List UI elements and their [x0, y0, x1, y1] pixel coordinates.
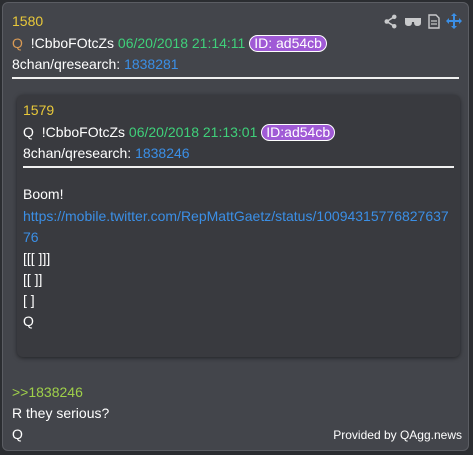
header-divider [12, 77, 459, 79]
glasses-icon[interactable] [404, 14, 422, 28]
provided-by-label: Provided by QAgg.news [333, 428, 462, 442]
tripcode: !CbboFOtcZs [30, 35, 115, 51]
quoted-post-header: Q !CbboFOtcZs 06/20/2018 21:13:01 ID:ad5… [23, 123, 336, 141]
post-body-line: R they serious? [12, 405, 110, 421]
post-toolbar [383, 13, 462, 29]
document-icon[interactable] [428, 13, 440, 29]
quoted-twitter-link-continued[interactable]: 76 [23, 228, 39, 246]
quoted-body-line: Boom! [23, 186, 64, 202]
quoted-post-number: 1579 [23, 102, 55, 118]
share-icon[interactable] [383, 14, 398, 29]
post-signature: Q [12, 426, 23, 442]
post-datetime: 06/20/2018 21:14:11 [117, 35, 246, 51]
quoted-body-line: [[[ ]]] [23, 250, 51, 266]
quoted-divider [23, 166, 454, 168]
board-line: 8chan/qresearch: 1838281 [12, 55, 179, 73]
quoted-author-prefix: Q [23, 124, 34, 140]
post-card: 1580 Q !CbboFOtcZs 06/20/2018 21:14:11 I… [2, 2, 469, 451]
post-number: 1580 [12, 13, 44, 29]
quoted-body-line: [ ] [23, 292, 35, 308]
post-header: Q !CbboFOtcZs 06/20/2018 21:14:11 ID: ad… [12, 34, 327, 52]
quoted-tripcode: !CbboFOtcZs [41, 124, 126, 140]
author-prefix: Q [12, 35, 23, 51]
quoted-signature: Q [23, 313, 34, 329]
quoted-post: 1579 Q !CbboFOtcZs 06/20/2018 21:13:01 I… [17, 95, 460, 357]
move-icon[interactable] [446, 13, 462, 29]
quoted-body-line: [[ ]] [23, 271, 43, 287]
quoted-thread-link[interactable]: 1838246 [135, 145, 190, 161]
quoted-datetime: 06/20/2018 21:13:01 [128, 124, 258, 140]
quoted-twitter-link[interactable]: https://mobile.twitter.com/RepMattGaetz/… [23, 207, 449, 225]
thread-link[interactable]: 1838281 [124, 56, 179, 72]
quoted-id-badge[interactable]: ID:ad54cb [261, 124, 336, 141]
quoted-board-line: 8chan/qresearch: 1838246 [23, 144, 190, 162]
reply-reference-link[interactable]: >>1838246 [12, 383, 83, 401]
quoted-board-label: 8chan/qresearch: [23, 145, 132, 161]
id-badge[interactable]: ID: ad54cb [249, 35, 327, 52]
board-label: 8chan/qresearch: [12, 56, 121, 72]
